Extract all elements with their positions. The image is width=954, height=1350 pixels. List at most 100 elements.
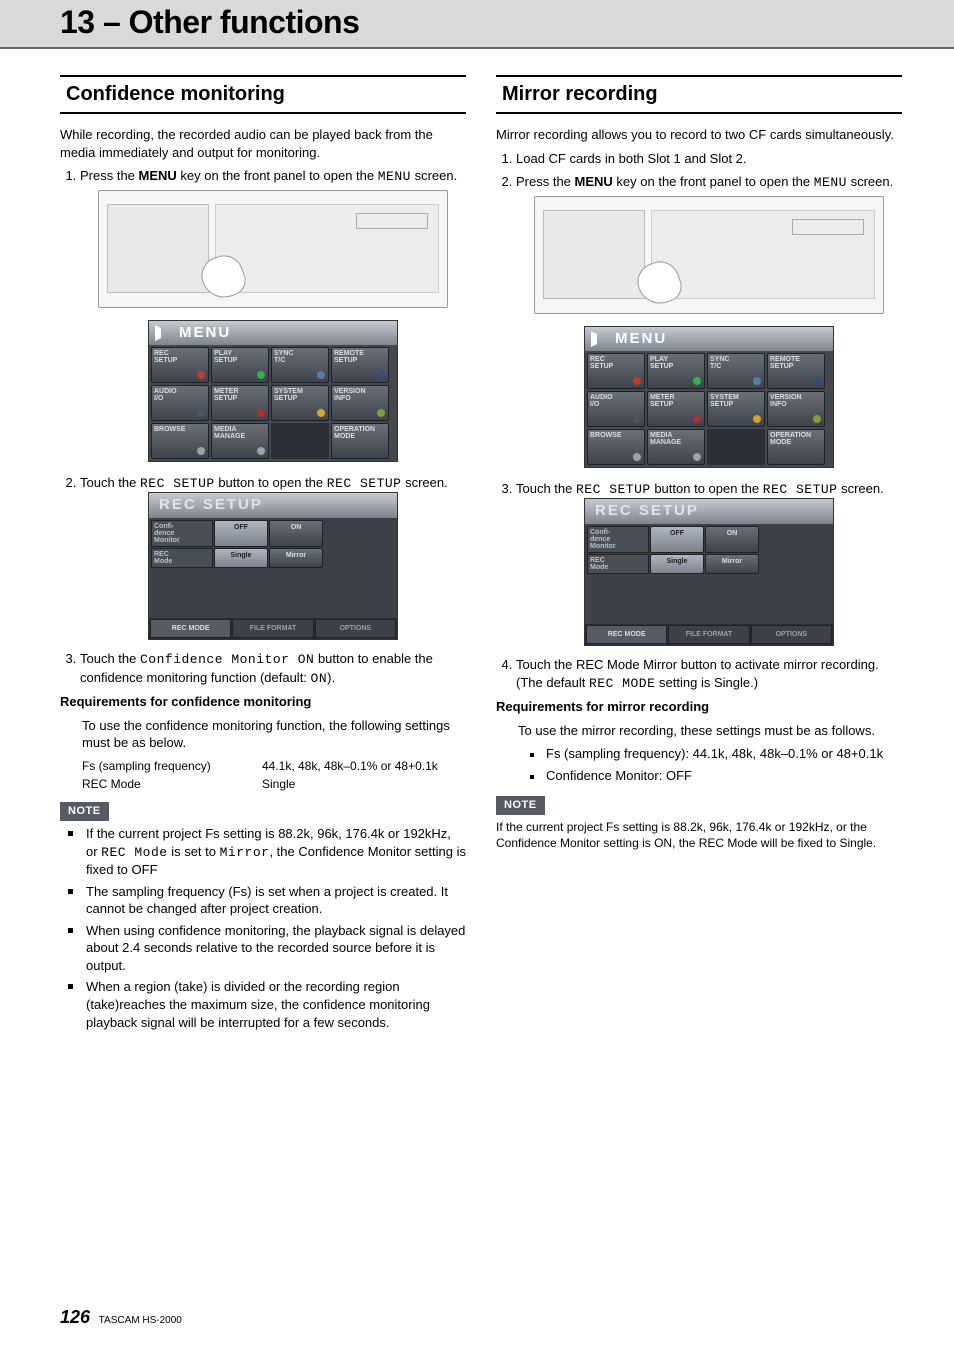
two-column-content: Confidence monitoring While recording, t… <box>60 75 902 1035</box>
controls-area <box>215 204 439 292</box>
menu-title-bar: MENU <box>585 327 833 351</box>
requirements-list: Fs (sampling frequency): 44.1k, 48k, 48k… <box>496 745 902 784</box>
menu-cell: OPERATIONMODE <box>767 429 825 465</box>
menu-cell: SYSTEMSETUP <box>271 385 329 421</box>
tab-rec-mode: REC MODE <box>150 619 231 638</box>
note-item: When using confidence monitoring, the pl… <box>80 922 466 975</box>
menu-cell: REMOTESETUP <box>331 347 389 383</box>
back-arrow-icon <box>591 331 611 347</box>
lcd-area <box>107 204 209 292</box>
note-label: NOTE <box>60 802 109 821</box>
off-button: OFF <box>214 520 268 547</box>
device-illustration <box>98 190 448 308</box>
menu-cell: METERSETUP <box>647 391 705 427</box>
menu-cell: REMOTESETUP <box>767 353 825 389</box>
rec-setup-body: Confi-denceMonitor OFF ON RECMode Single… <box>585 524 833 624</box>
on-button: ON <box>705 526 759 553</box>
requirements-heading: Requirements for confidence monitoring <box>60 693 466 711</box>
note-list: If the current project Fs setting is 88.… <box>60 825 466 1031</box>
step-4: Touch the REC Mode Mirror button to acti… <box>516 656 902 692</box>
rec-setup-screenshot: REC SETUP Confi-denceMonitor OFF ON RECM… <box>584 498 834 646</box>
right-column: Mirror recording Mirror recording allows… <box>496 75 902 1035</box>
page-number: 126 <box>60 1307 90 1327</box>
menu-cell: VERSIONINFO <box>331 385 389 421</box>
row-label: Confi-denceMonitor <box>151 520 213 547</box>
requirement-item: Fs (sampling frequency): 44.1k, 48k, 48k… <box>540 745 902 763</box>
tab-file-format: FILE FORMAT <box>232 619 313 638</box>
requirement-item: Confidence Monitor: OFF <box>540 767 902 785</box>
step-2: Touch the REC SETUP button to open the R… <box>80 474 466 640</box>
mirror-button: Mirror <box>705 554 759 574</box>
confidence-monitor-row: Confi-denceMonitor OFF ON <box>587 526 831 553</box>
rec-setup-body: Confi-denceMonitor OFF ON RECMode Single… <box>149 518 397 618</box>
rec-setup-title-bar: REC SETUP <box>585 499 833 523</box>
tab-rec-mode: REC MODE <box>586 625 667 644</box>
menu-cell: RECSETUP <box>151 347 209 383</box>
req-key: REC Mode <box>82 776 262 792</box>
menu-cell: PLAYSETUP <box>647 353 705 389</box>
tab-options: OPTIONS <box>751 625 832 644</box>
tab-options: OPTIONS <box>315 619 396 638</box>
menu-cell: PLAYSETUP <box>211 347 269 383</box>
requirements-row: REC ModeSingle <box>60 776 466 792</box>
note-item: If the current project Fs setting is 88.… <box>80 825 466 879</box>
row-label: Confi-denceMonitor <box>587 526 649 553</box>
requirements-row: Fs (sampling frequency)44.1k, 48k, 48k–0… <box>60 758 466 774</box>
req-key: Fs (sampling frequency) <box>82 758 262 774</box>
mirror-button: Mirror <box>269 548 323 568</box>
page-footer: 126 TASCAM HS-2000 <box>60 1307 182 1328</box>
menu-cell: MEDIAMANAGE <box>647 429 705 465</box>
chapter-title-band: 13 – Other functions <box>0 0 954 49</box>
menu-cell: BROWSE <box>587 429 645 465</box>
intro-paragraph: Mirror recording allows you to record to… <box>496 126 902 144</box>
back-arrow-icon <box>155 325 175 341</box>
note-item: When a region (take) is divided or the r… <box>80 978 466 1031</box>
menu-cell <box>271 423 329 459</box>
menu-screenshot: MENU RECSETUPPLAYSETUPSYNCT/CREMOTESETUP… <box>584 326 834 468</box>
requirements-text: To use the confidence monitoring functio… <box>60 717 466 752</box>
requirements-heading: Requirements for mirror recording <box>496 698 902 716</box>
section-heading: Mirror recording <box>496 75 902 114</box>
menu-cell: METERSETUP <box>211 385 269 421</box>
single-button: Single <box>214 548 268 568</box>
row-label: RECMode <box>151 548 213 568</box>
menu-cell: AUDIOI/O <box>151 385 209 421</box>
step-2: Press the MENU key on the front panel to… <box>516 173 902 468</box>
rec-setup-screenshot: REC SETUP Confi-denceMonitor OFF ON RECM… <box>148 492 398 640</box>
intro-paragraph: While recording, the recorded audio can … <box>60 126 466 161</box>
steps-list: Load CF cards in both Slot 1 and Slot 2.… <box>496 150 902 693</box>
menu-cell: MEDIAMANAGE <box>211 423 269 459</box>
section-heading: Confidence monitoring <box>60 75 466 114</box>
left-column: Confidence monitoring While recording, t… <box>60 75 466 1035</box>
step-3: Touch the Confidence Monitor ON button t… <box>80 650 466 687</box>
menu-cell: VERSIONINFO <box>767 391 825 427</box>
lcd-area <box>543 210 645 298</box>
manual-page: 13 – Other functions Confidence monitori… <box>0 0 954 1350</box>
controls-area <box>651 210 875 298</box>
rec-setup-title-bar: REC SETUP <box>149 493 397 517</box>
menu-cell: OPERATIONMODE <box>331 423 389 459</box>
step-1: Load CF cards in both Slot 1 and Slot 2. <box>516 150 902 168</box>
rec-mode-row: RECMode Single Mirror <box>587 554 831 574</box>
menu-cell: SYNCT/C <box>271 347 329 383</box>
menu-grid: RECSETUPPLAYSETUPSYNCT/CREMOTESETUP AUDIO… <box>149 345 397 461</box>
step-3: Touch the REC SETUP button to open the R… <box>516 480 902 646</box>
requirements-text: To use the mirror recording, these setti… <box>496 722 902 740</box>
req-value: Single <box>262 776 295 792</box>
menu-cell: SYNCT/C <box>707 353 765 389</box>
note-item: The sampling frequency (Fs) is set when … <box>80 883 466 918</box>
rec-mode-row: RECMode Single Mirror <box>151 548 395 568</box>
note-text: If the current project Fs setting is 88.… <box>496 819 902 851</box>
on-button: ON <box>269 520 323 547</box>
menu-cell <box>707 429 765 465</box>
rec-setup-tabs: REC MODE FILE FORMAT OPTIONS <box>585 624 833 645</box>
step-1: Press the MENU key on the front panel to… <box>80 167 466 462</box>
menu-cell: BROWSE <box>151 423 209 459</box>
menu-title-bar: MENU <box>149 321 397 345</box>
menu-grid: RECSETUPPLAYSETUPSYNCT/CREMOTESETUP AUDIO… <box>585 351 833 467</box>
menu-cell: AUDIOI/O <box>587 391 645 427</box>
menu-cell: RECSETUP <box>587 353 645 389</box>
device-illustration <box>534 196 884 314</box>
menu-screenshot: MENU RECSETUPPLAYSETUPSYNCT/CREMOTESETUP… <box>148 320 398 462</box>
off-button: OFF <box>650 526 704 553</box>
